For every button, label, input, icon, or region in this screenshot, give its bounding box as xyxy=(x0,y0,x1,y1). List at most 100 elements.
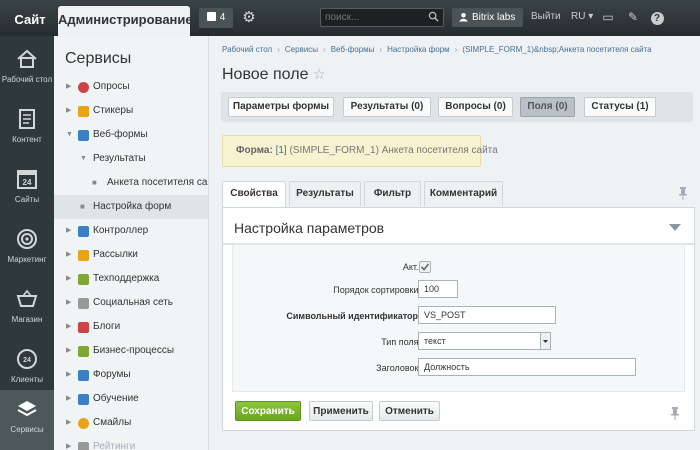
logout-link[interactable]: Выйти xyxy=(531,11,561,22)
svg-text:24: 24 xyxy=(23,178,32,187)
type-select[interactable]: текст xyxy=(418,332,551,350)
caption-input[interactable]: Должность xyxy=(418,358,636,376)
menu-item-forums[interactable]: ▶ Форумы xyxy=(54,363,208,387)
tab-form-results[interactable]: Результаты xyxy=(289,181,361,206)
rail-label: Маркетинг xyxy=(7,255,47,264)
pin-icon[interactable] xyxy=(678,186,688,200)
language-select[interactable]: RU ▾ xyxy=(571,11,593,22)
tab-form-params[interactable]: Параметры формы xyxy=(228,97,334,117)
panel-title: Настройка параметров xyxy=(234,220,385,236)
stickers-icon xyxy=(78,106,89,117)
chevron-right-icon: ▶ xyxy=(66,323,72,330)
rail-item-content[interactable]: Контент xyxy=(0,100,54,160)
menu-item-controller[interactable]: ▶ Контроллер xyxy=(54,219,208,243)
user-name: Bitrix labs xyxy=(472,12,516,23)
menu-item-learning[interactable]: ▶ Обучение xyxy=(54,387,208,411)
ratings-icon xyxy=(78,442,89,450)
cancel-button[interactable]: Отменить xyxy=(379,401,440,421)
tab-comment[interactable]: Комментарий xyxy=(424,181,503,206)
menu-item-label: Форумы xyxy=(93,369,131,380)
menu-item-label: Техподдержка xyxy=(93,273,160,284)
menu-item-webforms[interactable]: ▼ Веб-формы xyxy=(54,123,208,147)
site-tab[interactable]: Сайт xyxy=(6,7,54,32)
menu-item-form-settings[interactable]: ■ Настройка форм xyxy=(54,195,208,219)
menu-item-label: Анкета посетителя сайта xyxy=(107,177,208,188)
learning-icon xyxy=(78,394,89,405)
chevron-down-icon: ▼ xyxy=(66,131,73,138)
webforms-icon xyxy=(78,130,89,141)
type-value: текст xyxy=(424,336,446,346)
menu-item-bizproc[interactable]: ▶ Бизнес-процессы xyxy=(54,339,208,363)
calendar-24-icon: 24 xyxy=(17,170,37,189)
breadcrumb-separator: › xyxy=(454,45,458,54)
menu-item-label: Рейтинги xyxy=(93,441,136,450)
chevron-right-icon: ▶ xyxy=(66,107,72,114)
tab-filter[interactable]: Фильтр xyxy=(364,181,421,206)
menu-item-social[interactable]: ▶ Социальная сеть xyxy=(54,291,208,315)
breadcrumb-item[interactable]: Настройка форм xyxy=(387,45,450,54)
menu-item-results[interactable]: ▼ Результаты xyxy=(54,147,208,171)
apply-button[interactable]: Применить xyxy=(309,401,373,421)
breadcrumb-item[interactable]: (SIMPLE_FORM_1)&nbsp;Анкета посетителя с… xyxy=(462,45,651,54)
smiles-icon xyxy=(78,418,89,429)
tab-statuses[interactable]: Статусы (1) xyxy=(584,97,656,117)
search-input[interactable] xyxy=(325,10,425,25)
pin-icon[interactable]: ✎ xyxy=(626,10,640,24)
menu-item-stickers[interactable]: ▶ Стикеры xyxy=(54,99,208,123)
user-icon xyxy=(459,12,468,22)
breadcrumb-separator: › xyxy=(323,45,326,54)
pin-icon[interactable] xyxy=(670,406,680,420)
menu-item-smiles[interactable]: ▶ Смайлы xyxy=(54,411,208,435)
rail-item-sites[interactable]: 24 Сайты xyxy=(0,160,54,220)
menu-item-label: Бизнес-процессы xyxy=(93,345,175,356)
rail-item-marketing[interactable]: Маркетинг xyxy=(0,220,54,280)
chevron-right-icon: ▶ xyxy=(66,395,72,402)
menu-item-survey[interactable]: ■ Анкета посетителя сайта xyxy=(54,171,208,195)
save-button[interactable]: Сохранить xyxy=(235,401,301,421)
menu-item-polls[interactable]: ▶ Опросы xyxy=(54,75,208,99)
tab-properties[interactable]: Свойства xyxy=(222,181,286,208)
bullet-icon: ■ xyxy=(92,178,97,187)
admin-tab[interactable]: Администрирование xyxy=(58,6,193,36)
menu-item-blogs[interactable]: ▶ Блоги xyxy=(54,315,208,339)
collapse-icon[interactable] xyxy=(669,224,681,232)
code-input[interactable]: VS_POST xyxy=(418,306,556,324)
search-icon[interactable] xyxy=(428,11,439,22)
rail-item-services[interactable]: Сервисы xyxy=(0,390,54,450)
breadcrumb-item[interactable]: Рабочий стол xyxy=(222,45,272,54)
menu-item-support[interactable]: ▶ Техподдержка xyxy=(54,267,208,291)
top-bar: Сайт Администрирование 4 ⚙ Bitrix labs В… xyxy=(0,0,700,36)
controller-icon xyxy=(78,226,89,237)
form-fields: Акт.: Порядок сортировки: 100 Символьный… xyxy=(232,244,685,392)
note-link[interactable]: [1] xyxy=(276,145,287,156)
help-icon[interactable]: ? xyxy=(650,10,664,25)
target-icon xyxy=(17,229,37,249)
menu-item-label: Смайлы xyxy=(93,417,132,428)
rail-label: Рабочий стол xyxy=(1,75,53,84)
active-checkbox[interactable] xyxy=(419,261,431,273)
menu-item-label: Результаты xyxy=(93,153,146,164)
tab-fields[interactable]: Поля (0) xyxy=(520,97,575,117)
notifications-button[interactable]: 4 xyxy=(199,8,233,28)
menu-item-label: Стикеры xyxy=(93,105,134,116)
breadcrumb-item[interactable]: Сервисы xyxy=(285,45,318,54)
window-icon[interactable]: ▭ xyxy=(601,10,615,24)
user-button[interactable]: Bitrix labs xyxy=(452,8,523,27)
gear-icon[interactable]: ⚙ xyxy=(241,10,257,26)
menu-item-label: Рассылки xyxy=(93,249,138,260)
tab-results[interactable]: Результаты (0) xyxy=(343,97,431,117)
services-menu: Сервисы ▶ Опросы ▶ Стикеры ▼ Веб-формы ▼ Рез… xyxy=(54,36,209,450)
menu-item-ratings[interactable]: ▶ Рейтинги xyxy=(54,435,208,450)
rail-item-shop[interactable]: Магазин xyxy=(0,280,54,340)
breadcrumb-item[interactable]: Веб-формы xyxy=(331,45,375,54)
tab-questions[interactable]: Вопросы (0) xyxy=(438,97,513,117)
bullet-icon: ■ xyxy=(80,202,85,211)
sort-input[interactable]: 100 xyxy=(418,280,458,298)
code-label: Символьный идентификатор: xyxy=(286,311,421,321)
chevron-down-icon: ▾ xyxy=(588,11,594,22)
star-icon[interactable]: ☆ xyxy=(313,66,326,83)
rail-item-desktop[interactable]: Рабочий стол xyxy=(0,40,54,100)
menu-item-label: Обучение xyxy=(93,393,139,404)
rail-label: Сайты xyxy=(14,195,40,204)
menu-item-mailing[interactable]: ▶ Рассылки xyxy=(54,243,208,267)
